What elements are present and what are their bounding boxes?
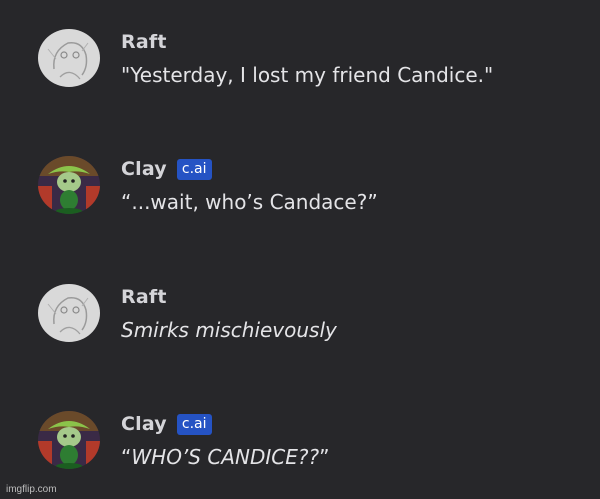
chat-message: Clay c.ai “...wait, who’s Candace?”	[38, 156, 598, 236]
green-character-avatar-icon[interactable]	[38, 156, 100, 214]
sketch-avatar-icon[interactable]	[38, 29, 100, 87]
message-text: "Yesterday, I lost my friend Candice."	[121, 63, 494, 87]
ai-badge: c.ai	[176, 413, 212, 435]
author-name: Raft	[121, 286, 167, 308]
message-text: Smirks mischievously	[121, 318, 337, 342]
chat-message: Clay c.ai “WHO’S CANDICE??”	[38, 411, 598, 491]
chat-message: Raft "Yesterday, I lost my friend Candic…	[38, 29, 598, 109]
ai-badge: c.ai	[176, 158, 212, 180]
message-text: “WHO’S CANDICE??”	[121, 445, 329, 469]
quote-close: ”	[319, 445, 330, 469]
author-name: Clay	[121, 158, 167, 180]
chat-message: Raft Smirks mischievously	[38, 284, 598, 364]
message-emphasis: WHO’S CANDICE??	[131, 445, 320, 469]
quote-open: “	[121, 445, 132, 469]
sketch-avatar-icon[interactable]	[38, 284, 100, 342]
author-name: Clay	[121, 413, 167, 435]
green-character-avatar-icon[interactable]	[38, 411, 100, 469]
author-name: Raft	[121, 31, 167, 53]
message-text: “...wait, who’s Candace?”	[121, 190, 378, 214]
imgflip-watermark: imgflip.com	[6, 484, 57, 495]
